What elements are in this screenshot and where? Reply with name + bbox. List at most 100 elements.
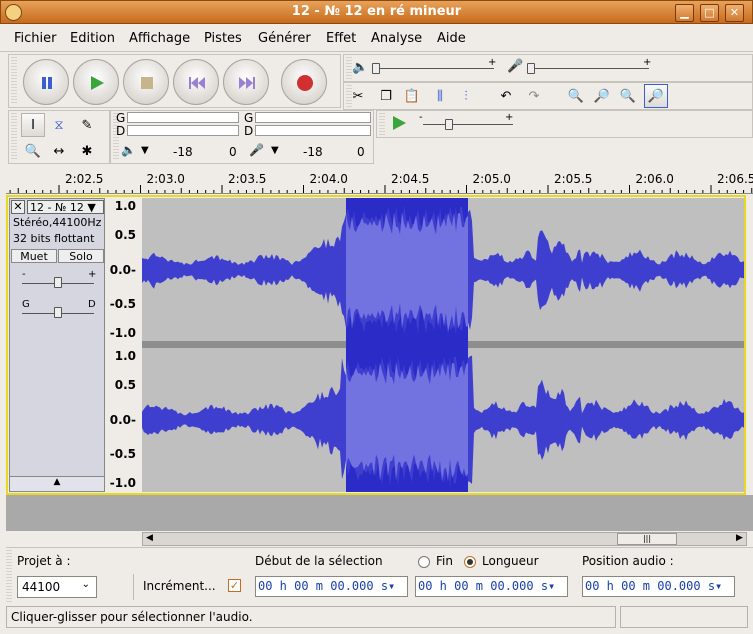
scissors-icon: ✂ <box>352 88 364 104</box>
menu-affichage[interactable]: Affichage <box>129 31 190 46</box>
fit-project-icon: 🔎 <box>647 88 665 104</box>
redo-button[interactable]: ↷ <box>522 84 546 108</box>
play-at-speed-button[interactable] <box>391 115 407 134</box>
status-bar: Cliquer-glisser pour sélectionner l'audi… <box>6 606 616 628</box>
ibeam-icon: I <box>31 117 35 133</box>
record-volume-slider[interactable] <box>529 68 649 69</box>
paste-icon: 📋 <box>403 88 421 104</box>
mute-button[interactable]: Muet <box>11 249 57 263</box>
playback-volume-slider[interactable] <box>374 68 494 69</box>
minimize-button[interactable]: ▁ <box>675 4 694 22</box>
pan-right-label: D <box>88 299 96 310</box>
audio-position-field[interactable]: 00 h 00 m 00.000 s▾ <box>582 576 735 597</box>
paste-button[interactable]: 📋 <box>400 84 424 108</box>
menu-generer[interactable]: Générer <box>258 31 311 46</box>
slider-thumb[interactable] <box>54 277 62 288</box>
toolbar-grip[interactable] <box>11 57 17 105</box>
toolbar-grip[interactable] <box>6 550 12 602</box>
menu-edition[interactable]: Edition <box>70 31 115 46</box>
status-bar-right <box>620 606 748 628</box>
stop-icon <box>141 77 153 89</box>
toolbar-grip[interactable] <box>379 113 385 135</box>
y-label: -0.5 <box>109 447 136 461</box>
skip-start-button[interactable] <box>173 59 219 105</box>
zoom-out-button[interactable]: 🔎 <box>590 84 614 108</box>
track-menu-button[interactable]: 12 - № 12 ▼ <box>27 200 104 214</box>
cut-button[interactable]: ✂ <box>346 84 370 108</box>
y-label: 0.0- <box>109 413 136 427</box>
y-label: 1.0 <box>114 199 136 213</box>
waveform-display[interactable] <box>142 198 744 492</box>
zoom-in-button[interactable]: 🔍 <box>564 84 588 108</box>
envelope-tool[interactable]: ⧖ <box>47 113 71 137</box>
copy-button[interactable]: ❐ <box>374 84 398 108</box>
copy-icon: ❐ <box>380 88 392 104</box>
maximize-button[interactable]: □ <box>700 4 719 22</box>
empty-track-area <box>6 495 753 531</box>
slider-thumb[interactable] <box>372 63 380 74</box>
chevron-down-icon: ⌄ <box>81 579 90 590</box>
horizontal-scrollbar[interactable]: ◀ ▶ ||| <box>142 532 747 546</box>
speaker-icon: 🔈 <box>352 60 369 75</box>
pause-icon <box>42 77 52 89</box>
y-label: -1.0 <box>109 476 136 490</box>
skip-start-icon <box>189 77 205 89</box>
selection-length-value: 00 h 00 m 00.000 s <box>418 579 549 593</box>
menu-effet[interactable]: Effet <box>326 31 356 46</box>
asterisk-icon: ✱ <box>81 143 93 159</box>
zoom-out-icon: 🔎 <box>593 88 611 104</box>
undo-button[interactable]: ↶ <box>494 84 518 108</box>
scroll-right-arrow[interactable]: ▶ <box>733 533 746 545</box>
record-button[interactable] <box>281 59 327 105</box>
ruler-label: 2:03.5 <box>228 172 267 186</box>
draw-tool[interactable]: ✎ <box>75 113 99 137</box>
track-close-button[interactable]: ✕ <box>11 200 25 214</box>
end-radio[interactable] <box>418 556 430 568</box>
ruler-label: 2:04.5 <box>391 172 430 186</box>
collapse-track-button[interactable]: ▲ <box>10 476 104 491</box>
rec-meter-dropdown[interactable]: ▼ <box>271 145 279 156</box>
selection-tool[interactable]: I <box>21 113 45 137</box>
skip-end-button[interactable] <box>223 59 269 105</box>
speed-slider[interactable] <box>423 124 513 125</box>
play-meter-dropdown[interactable]: ▼ <box>141 145 149 156</box>
transport-toolbar <box>8 54 341 108</box>
pause-button[interactable] <box>23 59 69 105</box>
y-label: -1.0 <box>109 326 136 340</box>
play-meter-left <box>127 112 239 123</box>
project-rate-combo[interactable]: 44100 ⌄ <box>17 576 97 598</box>
menu-aide[interactable]: Aide <box>437 31 466 46</box>
close-button[interactable]: ✕ <box>725 4 744 22</box>
selection-length-field[interactable]: 00 h 00 m 00.000 s▾ <box>415 576 568 597</box>
play-button[interactable] <box>73 59 119 105</box>
timeshift-icon: ↔ <box>53 143 65 159</box>
menu-pistes[interactable]: Pistes <box>204 31 242 46</box>
snap-checkbox[interactable]: ✓ <box>228 579 241 592</box>
zoom-in-icon: 🔍 <box>567 88 585 104</box>
scroll-thumb[interactable]: ||| <box>617 533 677 545</box>
silence-button[interactable]: ⫶ <box>454 84 478 108</box>
solo-button[interactable]: Solo <box>58 249 104 263</box>
fit-selection-icon: 🔍 <box>619 88 637 104</box>
y-label: 0.5 <box>114 228 136 242</box>
selection-start-field[interactable]: 00 h 00 m 00.000 s▾ <box>255 576 408 597</box>
scroll-left-arrow[interactable]: ◀ <box>143 533 156 545</box>
stop-button[interactable] <box>123 59 169 105</box>
rec-meter-zero: 0 <box>357 145 365 159</box>
fit-project-button[interactable]: 🔎 <box>644 84 668 108</box>
ruler-label: 2:05.5 <box>554 172 593 186</box>
ruler-label: 2:06.5 <box>717 172 753 186</box>
slider-thumb[interactable] <box>54 307 62 318</box>
slider-thumb[interactable] <box>445 119 453 130</box>
multi-tool[interactable]: ✱ <box>75 139 99 163</box>
toolbar-grip[interactable] <box>11 113 17 161</box>
menu-fichier[interactable]: Fichier <box>14 31 57 46</box>
slider-thumb[interactable] <box>527 63 535 74</box>
timeshift-tool[interactable]: ↔ <box>47 139 71 163</box>
fit-selection-button[interactable]: 🔍 <box>616 84 640 108</box>
project-rate-value: 44100 <box>22 580 61 594</box>
length-radio[interactable] <box>464 556 476 568</box>
menu-analyse[interactable]: Analyse <box>371 31 422 46</box>
zoom-tool[interactable]: 🔍 <box>21 139 45 163</box>
trim-button[interactable]: ⫼ <box>428 84 452 108</box>
